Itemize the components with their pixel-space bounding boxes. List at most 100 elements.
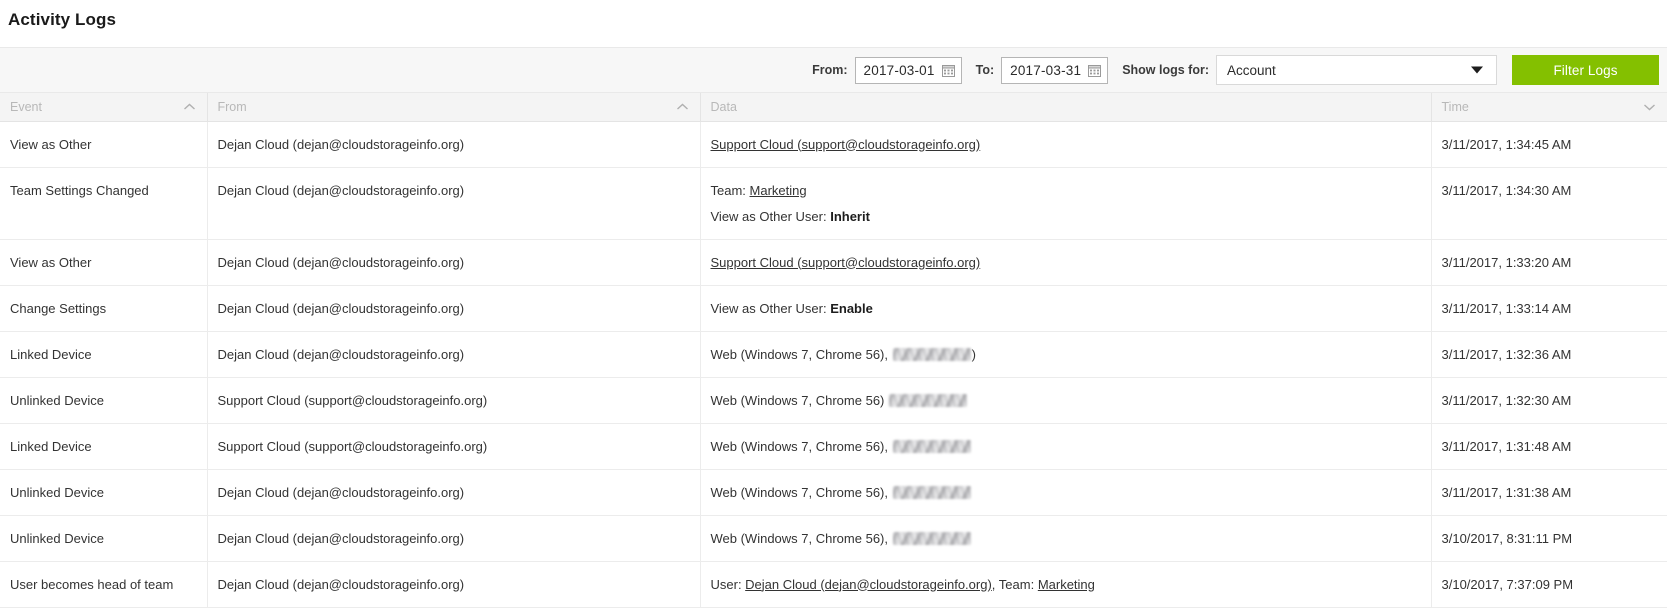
cell-event: User becomes head of team — [0, 561, 208, 608]
cell-from: Support Cloud (support@cloudstorageinfo.… — [207, 377, 701, 424]
page-title: Activity Logs — [8, 10, 117, 29]
filter-toolbar: From: 2017-03-01 To: 2017-03-31 Show log… — [0, 47, 1667, 93]
cell-data: Web (Windows 7, Chrome 56) — [700, 377, 1432, 424]
column-header-event-label: Event — [10, 99, 42, 114]
cell-event: Team Settings Changed — [0, 167, 208, 240]
data-line: Web (Windows 7, Chrome 56), — [711, 437, 1421, 456]
cell-event: Unlinked Device — [0, 515, 208, 562]
data-line: Web (Windows 7, Chrome 56), — [711, 529, 1421, 548]
cell-data: Team: Marketing View as Other User: Inher… — [700, 167, 1432, 240]
calendar-icon[interactable] — [1088, 64, 1102, 77]
scope-select[interactable]: Account — [1216, 55, 1497, 85]
redacted-ip-address — [892, 531, 971, 545]
cell-time: 3/11/2017, 1:31:38 AM — [1431, 469, 1667, 516]
cell-event: Unlinked Device — [0, 377, 208, 424]
cell-event: Unlinked Device — [0, 469, 208, 516]
cell-time: 3/11/2017, 1:32:36 AM — [1431, 331, 1667, 378]
data-text: , Team: — [991, 576, 1038, 592]
data-link[interactable]: Marketing — [750, 183, 807, 198]
data-text: User: — [710, 576, 746, 592]
cell-data: User: Dejan Cloud (dejan@cloudstorageinf… — [700, 561, 1432, 608]
data-text: Web (Windows 7, Chrome 56), — [710, 484, 892, 500]
cell-from: Dejan Cloud (dejan@cloudstorageinfo.org) — [207, 167, 701, 240]
cell-from: Dejan Cloud (dejan@cloudstorageinfo.org) — [207, 121, 701, 168]
data-link[interactable]: Support Cloud (support@cloudstorageinfo.… — [711, 255, 981, 270]
table-row: Unlinked Device Support Cloud (support@cl… — [0, 377, 1667, 424]
data-line: Team: Marketing — [711, 181, 1421, 200]
cell-time: 3/10/2017, 8:31:11 PM — [1431, 515, 1667, 562]
cell-data: Support Cloud (support@cloudstorageinfo.… — [700, 239, 1432, 286]
cell-event: Linked Device — [0, 331, 208, 378]
chevron-down-icon — [1471, 66, 1483, 74]
to-date-value: 2017-03-31 — [1010, 62, 1082, 78]
table-row: Linked Device Dejan Cloud (dejan@cloudsto… — [0, 331, 1667, 378]
column-header-from[interactable]: From — [207, 93, 701, 122]
from-label: From: — [812, 63, 848, 77]
cell-data: Web (Windows 7, Chrome 56), ) — [700, 331, 1432, 378]
cell-event: Change Settings — [0, 285, 208, 332]
data-text: Web (Windows 7, Chrome 56), — [710, 438, 892, 454]
column-header-time[interactable]: Time — [1431, 93, 1667, 122]
cell-data: Web (Windows 7, Chrome 56), — [700, 515, 1432, 562]
table-row: Linked Device Support Cloud (support@clou… — [0, 423, 1667, 470]
data-link[interactable]: Support Cloud (support@cloudstorageinfo.… — [711, 137, 981, 152]
redacted-ip-address — [892, 485, 971, 499]
cell-time: 3/10/2017, 7:37:09 PM — [1431, 561, 1667, 608]
redacted-ip-address — [889, 393, 967, 407]
data-value: Enable — [830, 300, 873, 316]
table-header-row: Event From Data Time — [0, 93, 1667, 122]
data-line: View as Other User: Enable — [711, 299, 1421, 318]
cell-time: 3/11/2017, 1:32:30 AM — [1431, 377, 1667, 424]
scope-select-value: Account — [1227, 62, 1276, 78]
data-text: Web (Windows 7, Chrome 56), — [710, 530, 892, 546]
data-text: View as Other User: — [710, 300, 831, 316]
table-row: Unlinked Device Dejan Cloud (dejan@clouds… — [0, 515, 1667, 562]
from-date-field[interactable]: 2017-03-01 — [854, 56, 962, 84]
column-header-data[interactable]: Data — [700, 93, 1432, 122]
cell-time: 3/11/2017, 1:33:14 AM — [1431, 285, 1667, 332]
cell-data: Web (Windows 7, Chrome 56), — [700, 423, 1432, 470]
redacted-ip-address — [892, 347, 971, 361]
data-text: View as Other User: — [710, 208, 831, 224]
table-row: Change Settings Dejan Cloud (dejan@clouds… — [0, 285, 1667, 332]
table-header: Event From Data Time — [0, 93, 1667, 122]
data-line: View as Other User: Inherit — [711, 207, 1421, 226]
cell-event: View as Other — [0, 239, 208, 286]
table-row: View as Other Dejan Cloud (dejan@cloudsto… — [0, 239, 1667, 286]
cell-data: Support Cloud (support@cloudstorageinfo.… — [700, 121, 1432, 168]
to-date-field[interactable]: 2017-03-31 — [1001, 56, 1109, 84]
cell-event: View as Other — [0, 121, 208, 168]
calendar-icon[interactable] — [941, 64, 955, 77]
filter-logs-button[interactable]: Filter Logs — [1512, 55, 1659, 85]
to-label: To: — [975, 63, 995, 77]
data-text: Team: — [710, 182, 750, 198]
data-link[interactable]: Dejan Cloud (dejan@cloudstorageinfo.org) — [745, 577, 992, 592]
table-row: View as Other Dejan Cloud (dejan@cloudsto… — [0, 121, 1667, 168]
table-row: Unlinked Device Dejan Cloud (dejan@clouds… — [0, 469, 1667, 516]
data-link[interactable]: Marketing — [1038, 577, 1095, 592]
sort-desc-icon — [1643, 103, 1656, 111]
redacted-ip-address — [892, 439, 971, 453]
table-body: View as Other Dejan Cloud (dejan@cloudsto… — [0, 121, 1667, 608]
cell-time: 3/11/2017, 1:31:48 AM — [1431, 423, 1667, 470]
cell-from: Support Cloud (support@cloudstorageinfo.… — [207, 423, 701, 470]
column-header-from-label: From — [217, 99, 247, 114]
table-row: User becomes head of team Dejan Cloud (de… — [0, 561, 1667, 608]
data-text: ) — [971, 346, 976, 362]
data-text: Web (Windows 7, Chrome 56), — [710, 346, 892, 362]
table-row: Team Settings Changed Dejan Cloud (dejan@… — [0, 167, 1667, 240]
data-line: User: Dejan Cloud (dejan@cloudstorageinf… — [711, 575, 1421, 594]
cell-data: View as Other User: Enable — [700, 285, 1432, 332]
data-text: Web (Windows 7, Chrome 56) — [710, 392, 888, 408]
data-line: Web (Windows 7, Chrome 56) — [711, 391, 1421, 410]
cell-from: Dejan Cloud (dejan@cloudstorageinfo.org) — [207, 561, 701, 608]
cell-time: 3/11/2017, 1:33:20 AM — [1431, 239, 1667, 286]
data-line: Support Cloud (support@cloudstorageinfo.… — [711, 253, 1421, 272]
show-logs-for-label: Show logs for: — [1122, 63, 1209, 77]
column-header-event[interactable]: Event — [0, 93, 208, 122]
cell-time: 3/11/2017, 1:34:45 AM — [1431, 121, 1667, 168]
cell-from: Dejan Cloud (dejan@cloudstorageinfo.org) — [207, 285, 701, 332]
cell-from: Dejan Cloud (dejan@cloudstorageinfo.org) — [207, 331, 701, 378]
data-line: Support Cloud (support@cloudstorageinfo.… — [711, 135, 1421, 154]
cell-from: Dejan Cloud (dejan@cloudstorageinfo.org) — [207, 469, 701, 516]
